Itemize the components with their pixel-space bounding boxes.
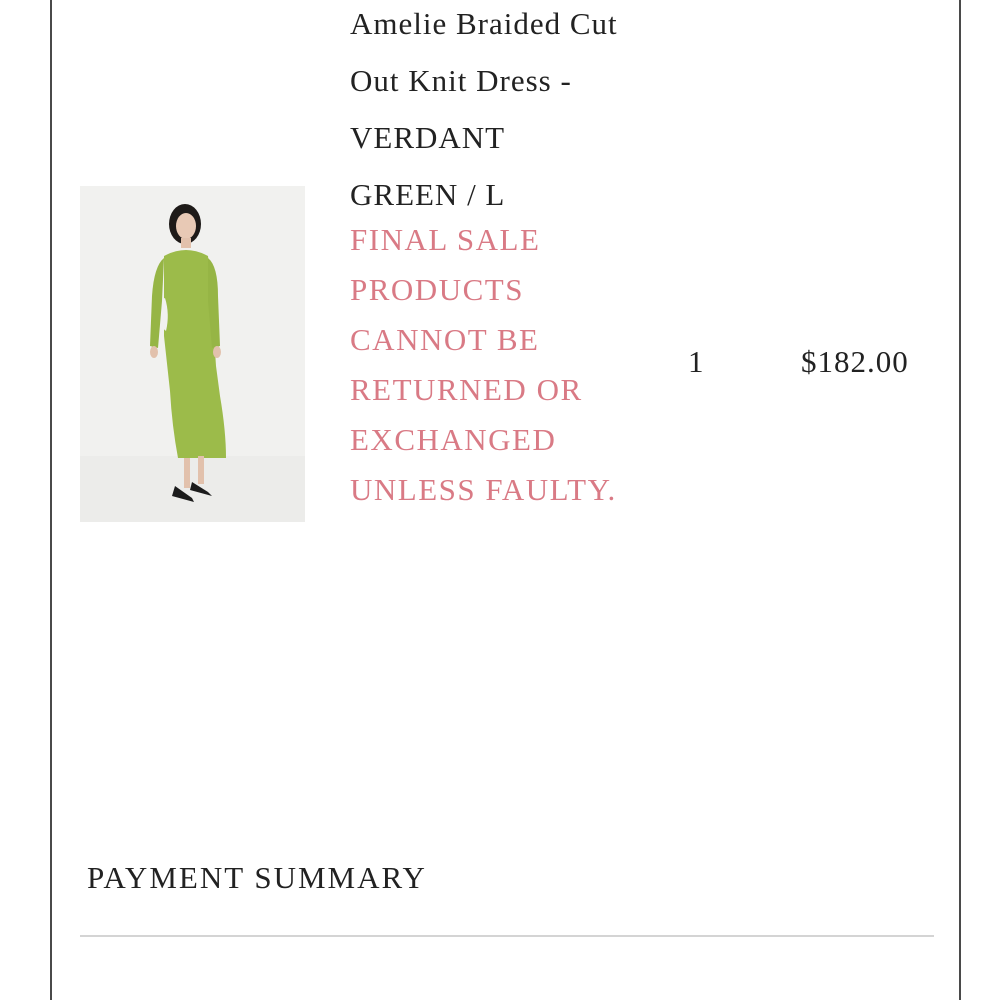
divider (80, 935, 934, 937)
product-info: Amelie Braided Cut Out Knit Dress - VERD… (350, 0, 620, 515)
final-sale-notice: FINAL SALE PRODUCTS CANNOT BE RETURNED O… (350, 222, 617, 507)
product-name[interactable]: Amelie Braided Cut Out Knit Dress - VERD… (350, 0, 620, 223)
product-image[interactable] (80, 186, 305, 522)
dress-photo (80, 186, 305, 522)
quantity: 1 (688, 344, 704, 379)
payment-summary-heading: PAYMENT SUMMARY (87, 860, 427, 895)
line-price: $182.00 (801, 344, 909, 379)
